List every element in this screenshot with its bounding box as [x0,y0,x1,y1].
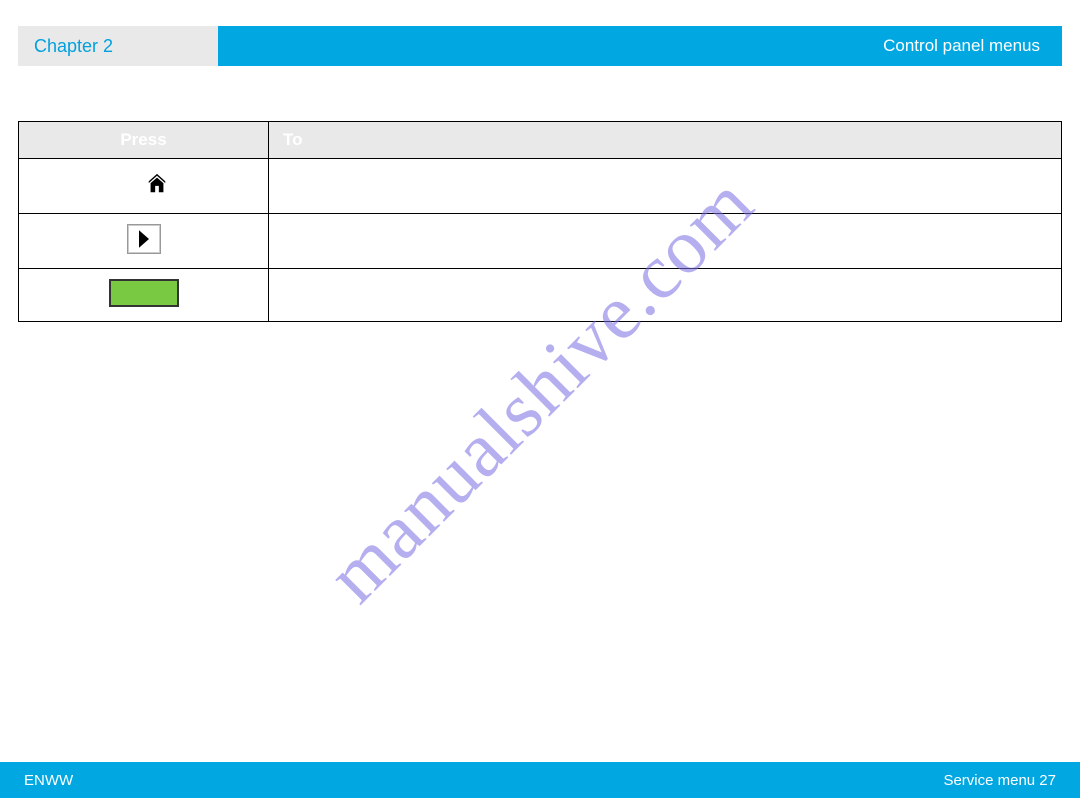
setup-home-icon [146,173,168,199]
right-arrow-icon [127,224,161,254]
to-cell: Reset the product to the original factor… [269,269,1062,322]
ok-button-icon [109,279,179,307]
table-row: Select the Restore defaults menu, and th… [19,214,1062,269]
col-header-to: To [269,122,1062,159]
chapter-title: Control panel menus [218,26,1062,66]
content-area: To perform a full system reset, complete… [18,98,1062,322]
col-header-press: Press [19,122,269,159]
to-cell: Select the Restore defaults menu, and th… [269,214,1062,269]
top-banner: Chapter 2 Control panel menus [18,26,1062,66]
footer-right: Service menu 27 [943,772,1056,789]
table-row: Reset the product to the original factor… [19,269,1062,322]
chapter-number: Chapter 2 [18,26,218,66]
press-prefix: The Setup [67,178,136,195]
footer-left: ENWW [24,772,73,789]
press-suffix: button [178,178,220,195]
steps-table: Press To The Setup button Open the contr… [18,121,1062,322]
table-row: The Setup button Open the control panel … [19,159,1062,214]
bottom-banner: ENWW Service menu 27 [0,762,1080,798]
intro-text: To perform a full system reset, complete… [18,98,1062,115]
to-cell: Open the control panel menus. Use the na… [269,159,1062,214]
